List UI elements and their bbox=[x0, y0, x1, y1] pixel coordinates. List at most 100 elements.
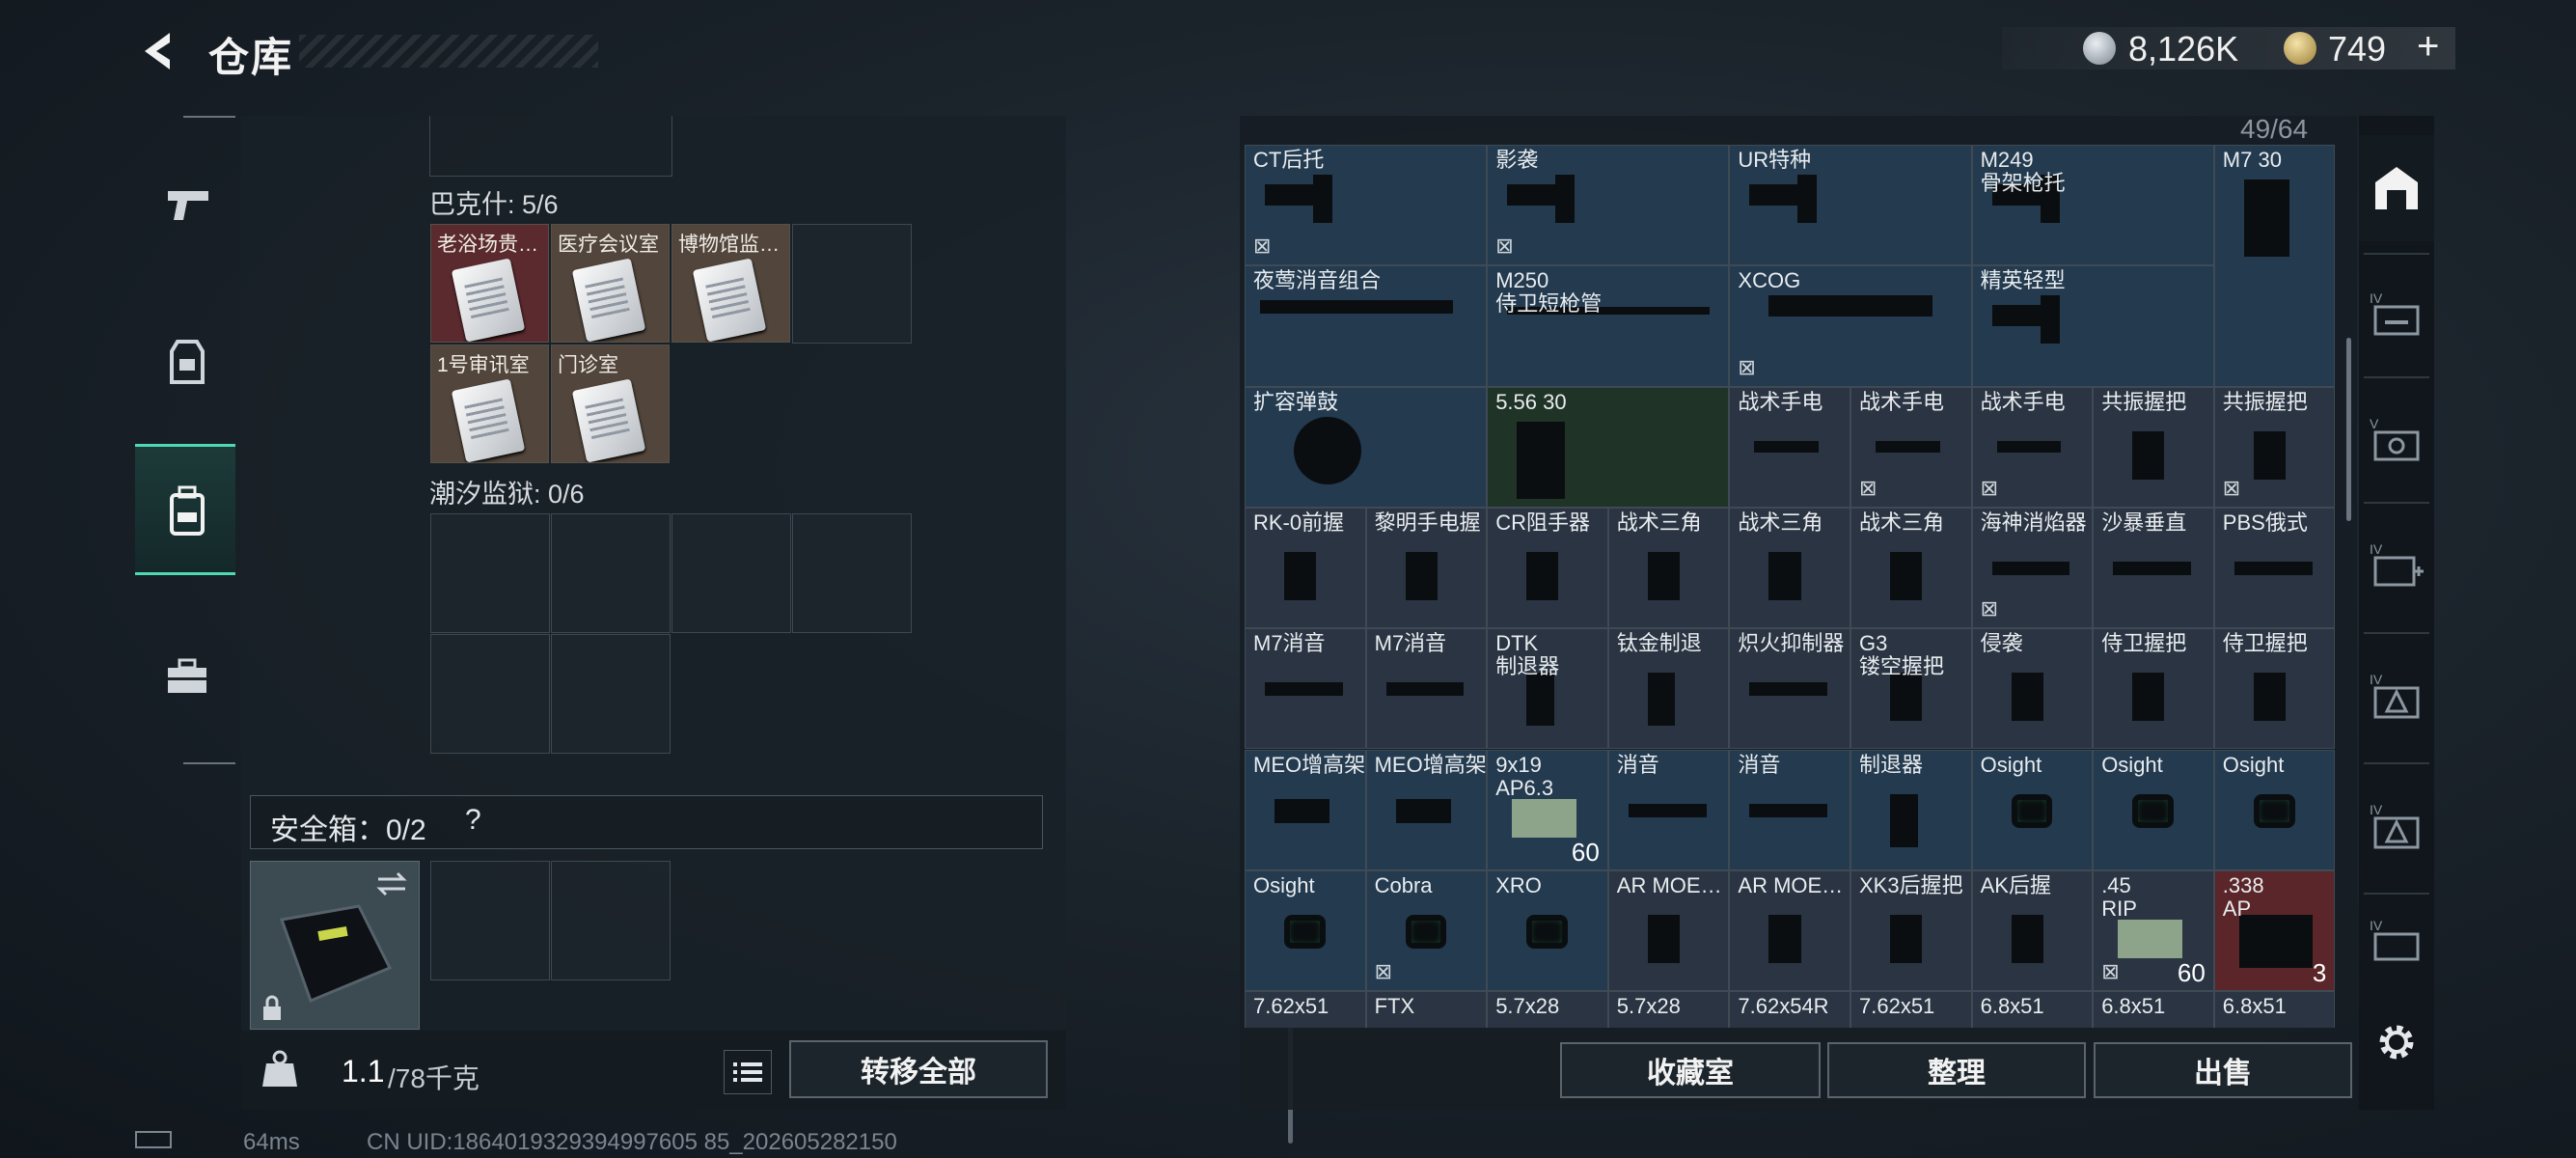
help-icon[interactable]: ? bbox=[465, 804, 481, 837]
inventory-item[interactable]: XCOG ⊠ bbox=[1729, 265, 1972, 387]
inventory-item[interactable]: 侍卫握把 bbox=[2093, 628, 2214, 750]
list-view-button[interactable] bbox=[724, 1050, 772, 1094]
inventory-item[interactable]: AR MOE… bbox=[1729, 869, 1850, 992]
grid-scrollbar[interactable] bbox=[2346, 338, 2351, 521]
empty-slot[interactable] bbox=[551, 861, 671, 980]
inventory-item[interactable]: 黎明手电握 bbox=[1365, 507, 1488, 629]
inventory-item[interactable]: .338 AP 3 bbox=[2213, 869, 2336, 992]
nav-equipment[interactable] bbox=[135, 299, 235, 425]
add-gold-button[interactable]: + bbox=[2417, 25, 2439, 69]
inventory-item[interactable]: 侵袭 bbox=[1971, 628, 2094, 750]
tab-home-base[interactable] bbox=[2359, 135, 2434, 241]
sell-button[interactable]: 出售 bbox=[2094, 1042, 2352, 1098]
inventory-item[interactable]: 沙暴垂直 bbox=[2093, 507, 2214, 629]
inventory-item[interactable]: 战术三角 bbox=[1850, 507, 1972, 629]
inventory-item[interactable]: 影袭 ⊠ bbox=[1487, 145, 1730, 266]
empty-slot[interactable] bbox=[551, 634, 671, 754]
inventory-item[interactable]: XK3后握把 bbox=[1850, 869, 1972, 992]
inventory-item[interactable]: Osight bbox=[2093, 749, 2214, 870]
item-card-key[interactable]: 老浴场贵… bbox=[430, 224, 549, 343]
inventory-item[interactable]: 侍卫握把 bbox=[2213, 628, 2336, 750]
unsellable-icon: ⊠ bbox=[1980, 596, 1999, 621]
settings-button[interactable] bbox=[2359, 994, 2434, 1090]
inventory-item[interactable]: 消音 bbox=[1729, 749, 1850, 870]
inventory-item[interactable]: DTK 制退器 bbox=[1487, 628, 1608, 750]
collection-room-button[interactable]: 收藏室 bbox=[1560, 1042, 1821, 1098]
inventory-item[interactable]: 制退器 bbox=[1850, 749, 1972, 870]
empty-slot[interactable] bbox=[430, 861, 550, 980]
inventory-item[interactable]: RK-0前握 bbox=[1245, 507, 1366, 629]
inventory-item[interactable]: 扩容弹鼓 bbox=[1245, 386, 1488, 508]
inventory-item[interactable]: M7消音 bbox=[1245, 628, 1366, 750]
transfer-all-button[interactable]: 转移全部 bbox=[789, 1040, 1048, 1098]
inventory-item[interactable]: 6.8x51 bbox=[1971, 991, 2094, 1028]
item-image bbox=[1512, 798, 1576, 838]
inventory-item[interactable]: 7.62x51 bbox=[1245, 991, 1366, 1028]
inventory-item[interactable]: 5.7x28 bbox=[1487, 991, 1608, 1028]
inventory-item[interactable]: 消音 bbox=[1607, 749, 1730, 870]
inventory-item[interactable]: Osight bbox=[1971, 749, 2094, 870]
inventory-item[interactable]: MEO增高架 bbox=[1245, 749, 1366, 870]
inventory-item[interactable]: 钛金制退 bbox=[1607, 628, 1730, 750]
inventory-item[interactable]: CT后托 ⊠ bbox=[1245, 145, 1488, 266]
inventory-item[interactable]: 共振握把 ⊠ bbox=[2213, 386, 2336, 508]
inventory-item[interactable]: 海神消焰器 ⊠ bbox=[1971, 507, 2094, 629]
inventory-item[interactable]: AK后握 bbox=[1971, 869, 2094, 992]
empty-slot[interactable] bbox=[551, 513, 671, 633]
inventory-item[interactable]: 夜莺消音组合 bbox=[1245, 265, 1488, 387]
inventory-item[interactable]: 9x19 AP6.3 60 bbox=[1487, 749, 1608, 870]
back-button[interactable] bbox=[135, 27, 183, 75]
inventory-item[interactable]: M250 侍卫短枪管 bbox=[1487, 265, 1730, 387]
inventory-item[interactable]: M7 30 bbox=[2213, 145, 2336, 387]
item-card-key[interactable]: 1号审讯室 bbox=[430, 345, 549, 463]
inventory-item[interactable]: AR MOE… bbox=[1607, 869, 1730, 992]
inventory-item[interactable]: UR特种 bbox=[1729, 145, 1972, 266]
nav-weapons[interactable] bbox=[135, 145, 235, 270]
inventory-item[interactable]: Cobra ⊠ bbox=[1365, 869, 1488, 992]
inventory-item[interactable]: G3 镂空握把 bbox=[1850, 628, 1972, 750]
inventory-item[interactable]: FTX bbox=[1365, 991, 1488, 1028]
inventory-item[interactable]: PBS俄式 bbox=[2213, 507, 2336, 629]
safe-box-slot[interactable] bbox=[250, 861, 420, 1030]
inventory-item[interactable]: XRO bbox=[1487, 869, 1608, 992]
item-name: Osight bbox=[2101, 752, 2163, 777]
nav-cases[interactable] bbox=[135, 618, 235, 743]
inventory-item[interactable]: 共振握把 bbox=[2093, 386, 2214, 508]
nav-storage[interactable] bbox=[135, 444, 235, 575]
inventory-item[interactable]: 战术三角 bbox=[1607, 507, 1730, 629]
inventory-item[interactable]: .45 RIP 60 ⊠ bbox=[2093, 869, 2214, 992]
inventory-item[interactable]: 精英轻型 bbox=[1971, 265, 2214, 387]
empty-slot[interactable] bbox=[792, 224, 912, 344]
tab-iv-crate[interactable]: IV bbox=[2359, 902, 2434, 979]
inventory-item[interactable]: M249 骨架枪托 bbox=[1971, 145, 2214, 266]
inventory-item[interactable]: 5.7x28 bbox=[1607, 991, 1730, 1028]
item-card-key[interactable]: 医疗会议室 bbox=[551, 224, 670, 343]
inventory-item[interactable]: MEO增高架 bbox=[1365, 749, 1488, 870]
sort-button[interactable]: 整理 bbox=[1827, 1042, 2086, 1098]
inventory-item[interactable]: Osight bbox=[1245, 869, 1366, 992]
empty-slot[interactable] bbox=[671, 513, 791, 633]
inventory-item[interactable]: 战术手电 ⊠ bbox=[1850, 386, 1972, 508]
inventory-item[interactable]: 6.8x51 bbox=[2213, 991, 2336, 1028]
item-card-key[interactable]: 博物馆监… bbox=[671, 224, 790, 343]
tab-iv-warning-a[interactable]: IV bbox=[2359, 642, 2434, 748]
inventory-item[interactable]: CR阻手器 bbox=[1487, 507, 1608, 629]
inventory-item[interactable]: 7.62x51 bbox=[1850, 991, 1972, 1028]
inventory-item[interactable]: 战术手电 bbox=[1729, 386, 1850, 508]
inventory-item[interactable]: Osight bbox=[2213, 749, 2336, 870]
empty-slot[interactable] bbox=[430, 513, 550, 633]
tab-iv-armory[interactable]: IV bbox=[2359, 261, 2434, 367]
inventory-item[interactable]: M7消音 bbox=[1365, 628, 1488, 750]
inventory-item[interactable]: 5.56 30 bbox=[1487, 386, 1730, 508]
inventory-item[interactable]: 战术三角 bbox=[1729, 507, 1850, 629]
item-card-key[interactable]: 门诊室 bbox=[551, 345, 670, 463]
tab-iv-medkit[interactable]: IV bbox=[2359, 511, 2434, 618]
empty-slot[interactable] bbox=[430, 634, 550, 754]
inventory-item[interactable]: 6.8x51 bbox=[2093, 991, 2214, 1028]
inventory-item[interactable]: 炽火抑制器 bbox=[1729, 628, 1850, 750]
inventory-item[interactable]: 战术手电 ⊠ bbox=[1971, 386, 2094, 508]
empty-slot[interactable] bbox=[792, 513, 912, 633]
tab-iv-vault[interactable]: V bbox=[2359, 386, 2434, 492]
inventory-item[interactable]: 7.62x54R bbox=[1729, 991, 1850, 1028]
tab-iv-warning-b[interactable]: IV bbox=[2359, 772, 2434, 878]
